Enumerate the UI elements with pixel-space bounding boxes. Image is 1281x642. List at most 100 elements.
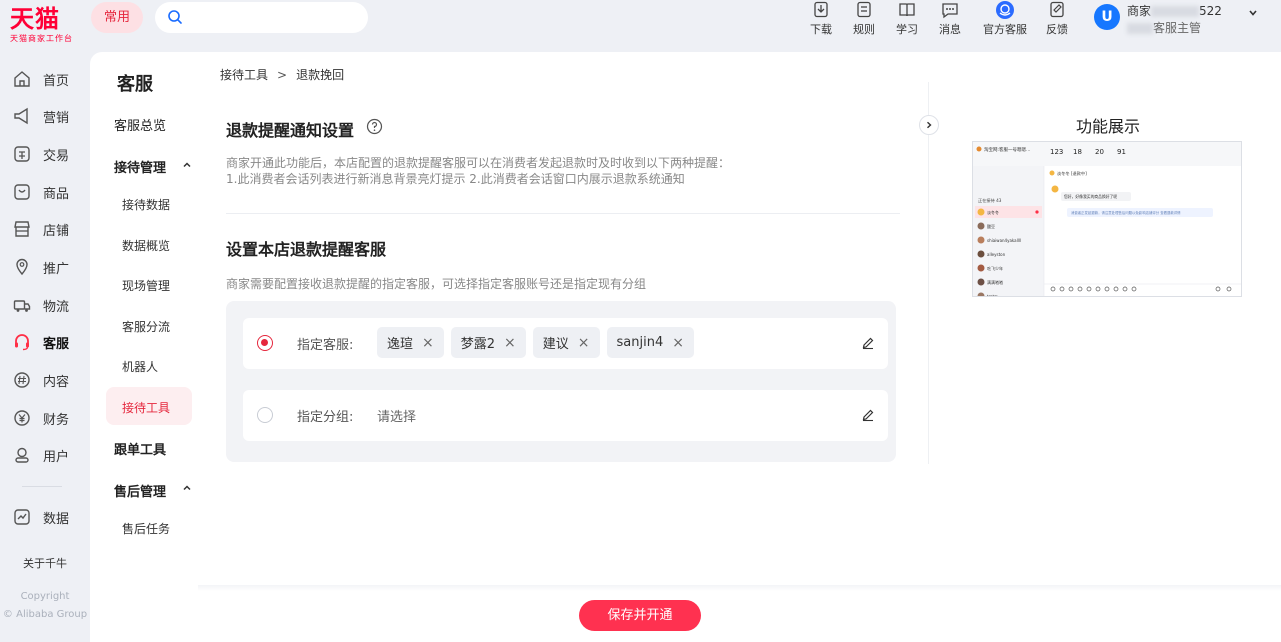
- user-role: 客服主管: [1127, 19, 1201, 36]
- official-service-label: 官方客服: [983, 23, 1027, 36]
- preview-divider: [928, 82, 929, 464]
- sub-nav: 客服 客服总览 接待管理 接待数据 数据概览 现场管理 客服分流 机器人 接待工…: [90, 52, 200, 642]
- feedback-icon: [1050, 1, 1064, 18]
- close-icon[interactable]: ×: [422, 335, 434, 351]
- learn-button[interactable]: 学习: [887, 0, 927, 37]
- subnav-item-order-tools[interactable]: 跟单工具: [114, 439, 166, 458]
- rules-button[interactable]: 规则: [844, 0, 884, 37]
- nav-item-user[interactable]: 用户: [0, 436, 90, 474]
- desc-line: 1.此消费者会话列表进行新消息背景亮灯提示 2.此消费者会话窗口内展示退款系统通…: [226, 172, 685, 186]
- message-icon: [942, 3, 958, 19]
- nav-item-marketing[interactable]: 营销: [0, 97, 90, 135]
- about-link[interactable]: 关于千牛: [0, 555, 90, 571]
- nav-item-promotion[interactable]: 推广: [0, 248, 90, 286]
- user-name: 商家 522: [1127, 4, 1222, 18]
- close-icon[interactable]: ×: [578, 335, 590, 351]
- common-chip-button[interactable]: 常用: [91, 2, 143, 33]
- assignment-box: 指定客服: 逸瑄 × 梦露2 × 建议 × sanjin4 × 指定分组: 请选择: [226, 301, 896, 462]
- option-row-service[interactable]: 指定客服: 逸瑄 × 梦露2 × 建议 × sanjin4 ×: [243, 318, 888, 369]
- nav-item-finance[interactable]: 财务: [0, 399, 90, 437]
- tag-text: 逸瑄: [387, 337, 414, 352]
- goods-icon: [14, 184, 30, 200]
- help-icon[interactable]: [366, 118, 383, 135]
- nav-item-data[interactable]: 数据: [0, 498, 90, 536]
- divider: [226, 213, 900, 214]
- subnav-item-reception-tools[interactable]: 接待工具: [122, 399, 170, 416]
- left-nav: 首页 营销 交易 商品 店铺 推广 物流 客服 内容 财务 用户 数据 关于千牛…: [0, 52, 90, 642]
- preview-illustration: 淘宝网:客服一号嗯嗯... 123 18 20 91 正在接待 43 淡冬冬 酸…: [973, 142, 1241, 296]
- service-tags: 逸瑄 × 梦露2 × 建议 × sanjin4 ×: [377, 327, 694, 358]
- section-desc-assign: 商家需要配置接收退款提醒的指定客服，可选择指定客服账号还是指定现有分组: [226, 277, 647, 291]
- nav-item-customer-service[interactable]: 客服: [0, 323, 90, 361]
- option-label-group: 指定分组:: [297, 410, 354, 425]
- option-row-group[interactable]: 指定分组: 请选择: [243, 390, 888, 441]
- feedback-button[interactable]: 反馈: [1037, 0, 1077, 37]
- main-panel: 客服 客服总览 接待管理 接待数据 数据概览 现场管理 客服分流 机器人 接待工…: [90, 52, 1281, 642]
- collapse-button[interactable]: [919, 115, 939, 135]
- learn-icon: [899, 3, 915, 17]
- section-title-notify: 退款提醒通知设置: [226, 121, 355, 140]
- close-icon[interactable]: ×: [504, 335, 516, 351]
- subnav-item-service-routing[interactable]: 客服分流: [122, 318, 170, 335]
- finance-icon: [14, 410, 30, 426]
- nav-item-trade[interactable]: 交易: [0, 135, 90, 173]
- subnav-item-onsite-management[interactable]: 现场管理: [122, 277, 170, 294]
- section-desc-notify: 商家开通此功能后，本店配置的退款提醒客服可以在消费者发起退款时及时收到以下两种提…: [226, 155, 906, 187]
- subnav-group-aftersale[interactable]: 售后管理: [114, 481, 166, 500]
- promotion-icon: [16, 258, 28, 276]
- nav-label: 营销: [43, 110, 70, 126]
- chevron-up-icon[interactable]: [182, 160, 192, 170]
- breadcrumb-parent[interactable]: 接待工具: [220, 68, 268, 82]
- tmall-logo[interactable]: 天猫 天猫商家工作台: [10, 5, 80, 45]
- subnav-item-aftersale-tasks[interactable]: 售后任务: [122, 520, 170, 537]
- nav-label: 财务: [43, 412, 70, 428]
- data-icon: [14, 509, 30, 525]
- trade-icon: [14, 146, 30, 162]
- close-icon[interactable]: ×: [672, 335, 684, 351]
- headset-icon: [15, 334, 29, 351]
- store-icon: [14, 221, 30, 237]
- preview-notice: 消费者正发起退款，请注意处理售后问题以免影响店铺评分 查看退款详情: [1071, 210, 1181, 215]
- subnav-item-overview[interactable]: 客服总览: [114, 115, 166, 134]
- message-button[interactable]: 消息: [930, 0, 970, 37]
- section-title-assign: 设置本店退款提醒客服: [226, 240, 387, 259]
- chevron-up-icon[interactable]: [182, 483, 192, 493]
- nav-item-content[interactable]: 内容: [0, 361, 90, 399]
- nav-label: 物流: [43, 299, 70, 315]
- preview-stat: 123: [1050, 148, 1063, 156]
- nav-item-logistics[interactable]: 物流: [0, 286, 90, 324]
- radio-group[interactable]: [257, 407, 273, 423]
- nav-divider: [22, 486, 62, 487]
- nav-label: 推广: [43, 261, 70, 277]
- download-label: 下载: [810, 23, 832, 36]
- nav-item-home[interactable]: 首页: [0, 60, 90, 98]
- search-icon: [168, 10, 182, 24]
- user-icon: [15, 447, 29, 463]
- user-menu[interactable]: U 商家 522 客服主管: [1094, 2, 1274, 42]
- preview-stat: 18: [1073, 148, 1082, 156]
- learn-label: 学习: [896, 23, 918, 36]
- save-and-enable-button[interactable]: 保存并开通: [579, 600, 701, 631]
- subnav-item-reception-data[interactable]: 接待数据: [122, 196, 170, 213]
- preview-contact: shiaiwan4yakallll: [987, 238, 1021, 243]
- group-select[interactable]: 请选择: [377, 406, 416, 425]
- official-service-button[interactable]: 官方客服: [980, 0, 1030, 37]
- option-label-service: 指定客服:: [297, 338, 354, 353]
- edit-icon[interactable]: [861, 336, 875, 350]
- subnav-item-robot[interactable]: 机器人: [122, 358, 158, 375]
- chevron-down-icon[interactable]: [1248, 8, 1258, 18]
- content-icon: [14, 372, 30, 388]
- subnav-item-data-overview[interactable]: 数据概览: [122, 237, 170, 254]
- search-input[interactable]: [155, 2, 368, 33]
- subnav-group-reception[interactable]: 接待管理: [114, 157, 166, 176]
- nav-item-goods[interactable]: 商品: [0, 173, 90, 211]
- service-tag: sanjin4 ×: [606, 327, 694, 358]
- preview-chat-name: 淡冬冬 [退款中]: [1057, 170, 1087, 177]
- nav-item-store[interactable]: 店铺: [0, 210, 90, 248]
- edit-icon[interactable]: [861, 408, 875, 422]
- radio-service[interactable]: [257, 335, 273, 351]
- tag-text: sanjin4: [616, 335, 664, 350]
- breadcrumb: 接待工具 > 退款挽回: [220, 66, 344, 83]
- download-button[interactable]: 下载: [801, 0, 841, 37]
- nav-label: 商品: [43, 186, 70, 202]
